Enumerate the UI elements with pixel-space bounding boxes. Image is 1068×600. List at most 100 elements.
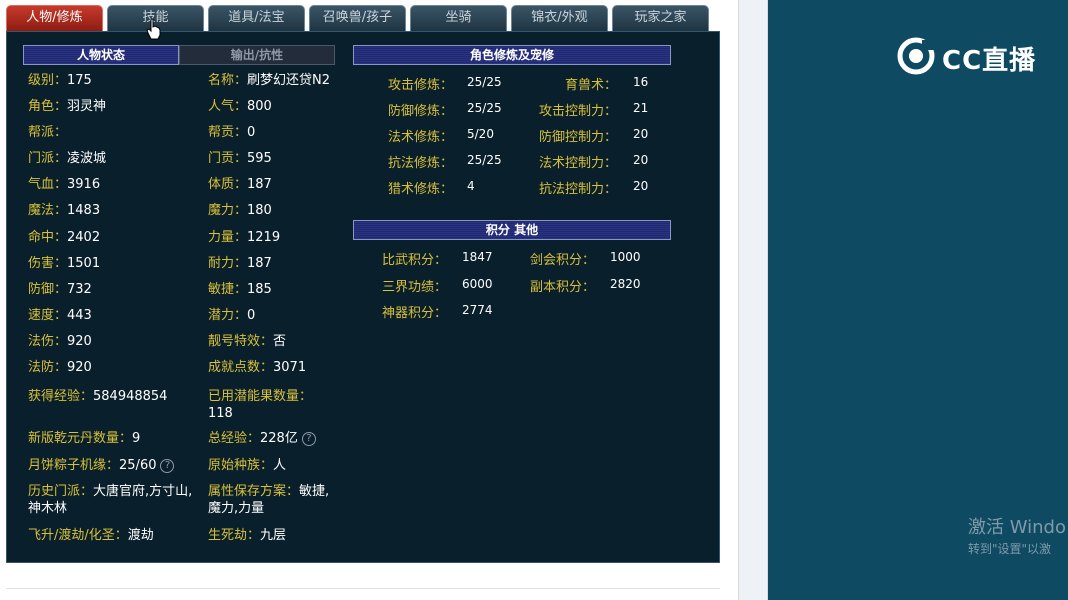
score-label: 比武积分： <box>381 253 447 268</box>
field-value: 渡劫 <box>127 528 154 543</box>
help-icon[interactable]: ? <box>301 431 316 446</box>
mid_col-row: 生死劫：九层 <box>208 527 286 544</box>
field-label: 法防： <box>28 360 68 375</box>
field-value: 0 <box>247 308 256 323</box>
left_col-row: 获得经验：584948854 <box>28 388 167 405</box>
character-panel: 人物状态 输出/抗性 角色修炼及宠修 积分 其他 级别：175 角色：羽灵神 帮派：… <box>6 31 720 563</box>
field-value: 443 <box>67 308 92 323</box>
mid_col-row: 靓号特效：否 <box>208 333 286 350</box>
field-label: 气血： <box>28 177 68 192</box>
field-label: 获得经验： <box>28 389 94 404</box>
control-value: 21 <box>633 101 649 115</box>
tab-4[interactable]: 坐骑 <box>410 5 507 31</box>
score-value: 6000 <box>462 277 493 291</box>
control-label: 法术控制力： <box>538 156 617 171</box>
field-label: 魔力： <box>208 203 248 218</box>
profile-page: 人物/修炼 技能 道具/法宝 召唤兽/孩子 坐骑 锦衣/外观 玩家之家 人物状态 输出/抗性… <box>0 0 738 600</box>
field-label: 级别： <box>28 73 68 88</box>
left_col-row: 魔法：1483 <box>28 202 100 219</box>
score-value: 2820 <box>610 277 641 291</box>
field-label: 门派： <box>28 151 68 166</box>
field-value: 175 <box>67 73 92 88</box>
tab-5[interactable]: 锦衣/外观 <box>511 5 608 31</box>
field-value: 118 <box>208 406 233 421</box>
cultivation-value: 5/20 <box>467 127 494 141</box>
field-value: 羽灵神 <box>67 99 107 114</box>
field-label: 体质： <box>208 177 248 192</box>
mid_col-row: 人气：800 <box>208 98 272 115</box>
logo-text: CC直播 <box>942 46 1037 76</box>
left_col-row: 角色：羽灵神 <box>28 98 106 115</box>
field-value: 1483 <box>67 203 101 218</box>
field-label: 已用潜能果数量： <box>208 389 313 404</box>
control-label: 育兽术： <box>564 78 617 93</box>
cultivation-label: 猎术修炼： <box>387 182 453 197</box>
field-label: 属性保存方案： <box>208 484 300 499</box>
left_col-row: 飞升/渡劫/化圣：渡劫 <box>28 527 154 544</box>
tab-3[interactable]: 召唤兽/孩子 <box>309 5 406 31</box>
hand-cursor-icon <box>146 18 161 40</box>
tab-2[interactable]: 道具/法宝 <box>208 5 305 31</box>
field-label: 角色： <box>28 99 68 114</box>
field-label: 法伤： <box>28 334 68 349</box>
resist-section-tab[interactable]: 输出/抗性 <box>179 45 335 65</box>
score-value: 1847 <box>462 250 493 264</box>
field-value: 3071 <box>273 360 307 375</box>
field-label: 防御： <box>28 282 68 297</box>
cultivation-value: 4 <box>467 179 475 193</box>
field-label: 名称： <box>208 73 248 88</box>
left_col-row: 命中：2402 <box>28 229 100 246</box>
mid_col-row: 敏捷：185 <box>208 281 272 298</box>
field-value: 25/60 <box>119 458 157 473</box>
field-value: 2402 <box>67 230 101 245</box>
control-label: 防御控制力： <box>538 130 617 145</box>
help-icon[interactable]: ? <box>160 458 175 473</box>
left_col-row: 速度：443 <box>28 307 92 324</box>
cultivation-label: 法术修炼： <box>387 130 453 145</box>
left_col-row: 新版乾元丹数量：9 <box>28 430 140 447</box>
field-label: 门贡： <box>208 151 248 166</box>
field-label: 帮派： <box>28 125 68 140</box>
field-value: 1501 <box>67 256 101 271</box>
mid_col-row: 耐力：187 <box>208 255 272 272</box>
field-value: 185 <box>247 282 272 297</box>
cultivation-section-header: 角色修炼及宠修 <box>353 45 671 65</box>
field-value: 3916 <box>67 177 101 192</box>
left_col-row: 法伤：920 <box>28 333 92 350</box>
left_col-row: 门派：凌波城 <box>28 150 106 167</box>
field-value: 800 <box>247 99 272 114</box>
control-value: 20 <box>633 153 649 167</box>
mid_col-row: 名称：刷梦幻还贷N2 <box>208 72 330 89</box>
field-value: 920 <box>67 334 92 349</box>
field-label: 月饼粽子机缘： <box>28 458 120 473</box>
score-label: 神器积分： <box>381 306 447 321</box>
left_col-row: 帮派： <box>28 124 67 141</box>
control-value: 16 <box>633 75 649 89</box>
control-value: 20 <box>633 127 649 141</box>
mid_col-row: 帮贡：0 <box>208 124 255 141</box>
field-value: 否 <box>273 334 287 349</box>
tab-0[interactable]: 人物/修炼 <box>6 5 103 31</box>
field-label: 总经验： <box>208 431 261 446</box>
field-label: 新版乾元丹数量： <box>28 431 133 446</box>
score-value: 1000 <box>610 250 641 264</box>
field-value: 9 <box>132 431 141 446</box>
cultivation-value: 25/25 <box>467 75 502 89</box>
field-label: 人气： <box>208 99 248 114</box>
mid_col-row: 力量：1219 <box>208 229 280 246</box>
field-value: 人 <box>273 458 287 473</box>
left_col-row: 法防：920 <box>28 359 92 376</box>
field-value: 187 <box>247 256 272 271</box>
score-label: 三界功绩： <box>381 280 447 295</box>
windows-activation-title: 激活 Windo <box>968 517 1066 538</box>
mid_col-row: 体质：187 <box>208 176 272 193</box>
field-value: 180 <box>247 203 272 218</box>
field-value: 732 <box>67 282 92 297</box>
control-label: 抗法控制力： <box>538 182 617 197</box>
left_col-row: 气血：3916 <box>28 176 100 193</box>
field-value: 九层 <box>260 528 287 543</box>
field-value: 228亿 <box>260 431 298 446</box>
field-label: 耐力： <box>208 256 248 271</box>
tab-6[interactable]: 玩家之家 <box>612 5 709 31</box>
mid_col-row: 总经验：228亿? <box>208 430 316 447</box>
